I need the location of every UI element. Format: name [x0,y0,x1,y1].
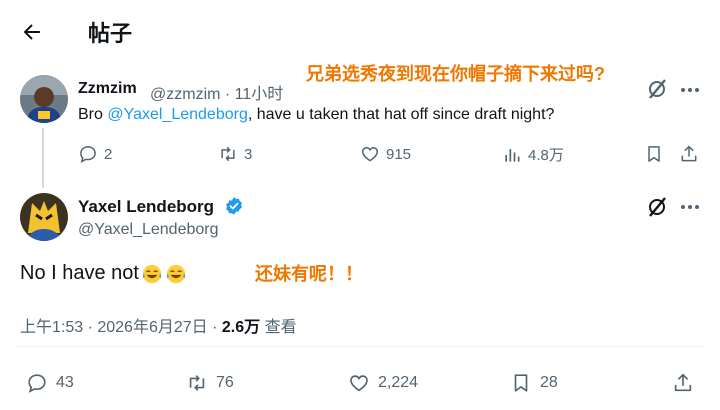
reply-count: 43 [56,374,74,391]
tweet-text: No I have not [20,262,187,285]
grok-icon[interactable] [646,78,668,100]
reply-icon [80,146,96,163]
more-icon[interactable] [680,80,700,100]
retweet-button[interactable]: 3 [218,144,252,164]
like-button[interactable]: 915 [360,144,411,164]
page-title: 帖子 [88,21,133,46]
bookmark-icon [648,146,660,162]
bookmark-icon [514,374,528,392]
crying-laugh-emoji-icon [142,264,162,283]
author-handle[interactable]: @Yaxel_Lendeborg [78,221,219,239]
more-icon[interactable] [680,197,700,217]
retweet-count: 76 [216,374,234,391]
bookmark-button[interactable] [644,144,664,164]
like-count: 2,224 [378,374,419,391]
author-handle-time[interactable]: @zzmzim · 11小时 [150,80,283,104]
reply-button[interactable]: 43 [26,372,74,394]
divider [16,346,704,347]
like-icon [361,146,379,162]
retweet-button[interactable]: 76 [186,372,234,394]
tweet-text: Bro @Yaxel_Lendeborg, have u taken that … [78,106,554,124]
retweet-icon [189,375,205,391]
share-icon [681,145,697,162]
tweet-text-body: No I have not [20,262,139,284]
reply-count: 2 [104,145,113,163]
thread-line [42,128,44,188]
views-count: 4.8万 [528,147,564,164]
retweet-count: 3 [244,145,253,163]
views-icon [505,148,520,162]
verified-icon [224,196,244,216]
tweet-meta: 上午1:53 · 2026年6月27日 · 2.6万 查看 [20,313,297,337]
share-button[interactable] [679,144,699,164]
views-button[interactable]: 4.8万 [502,144,564,165]
reply-icon [28,374,46,393]
mention-link[interactable]: @Yaxel_Lendeborg [107,106,248,123]
grok-icon[interactable] [646,196,668,218]
bookmark-button[interactable]: 28 [510,372,558,394]
tweet-view-label: 查看 [260,319,297,336]
annotation-middle: 还妹有呢！！ [255,264,363,284]
avatar[interactable] [20,193,68,241]
like-button[interactable]: 2,224 [348,372,418,394]
like-icon [350,375,368,392]
reply-button[interactable]: 2 [78,144,112,164]
tweet-time-date[interactable]: 上午1:53 · 2026年6月27日 · [20,319,222,336]
author-name[interactable]: Zzmzim [78,80,137,98]
annotation-top: 兄弟选秀夜到现在你帽子摘下来过吗? [306,64,605,84]
share-icon [674,373,692,392]
tweet-view-count: 2.6万 [221,319,261,336]
avatar[interactable] [20,75,68,123]
share-button[interactable] [672,372,694,394]
like-count: 915 [386,145,412,163]
tweet-text-after: , have u taken that hat off since draft … [247,106,555,123]
crying-laugh-emoji-icon [166,264,186,283]
tweet-text-before: Bro [78,106,108,123]
retweet-icon [221,146,235,162]
back-arrow-icon[interactable] [20,20,44,44]
bookmark-count: 28 [540,374,558,391]
author-name[interactable]: Yaxel Lendeborg [78,197,214,217]
